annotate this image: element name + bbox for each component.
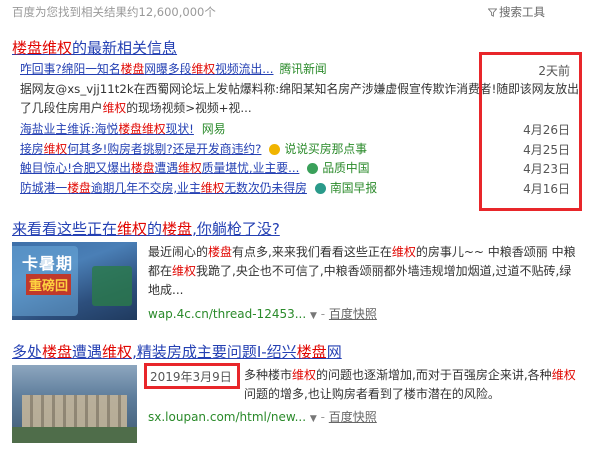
result-url[interactable]: sx.loupan.com/html/new... — [148, 410, 306, 424]
news-date: 4月23日 — [523, 162, 570, 176]
source-logo-icon — [314, 182, 326, 194]
news-date: 4月16日 — [523, 181, 570, 196]
news-block-title[interactable]: 楼盘维权的最新相关信息 — [12, 37, 177, 58]
news-item-source: 品质中国 — [322, 161, 370, 175]
snapshot-link[interactable]: 百度快照 — [329, 410, 377, 424]
result-snippet: 最近闹心的楼盘有点多,来来我们看看这些正在维权的房事儿~~ 中粮香颂丽 中粮都在… — [148, 245, 576, 297]
result-thumbnail[interactable] — [12, 365, 137, 443]
source-logo-icon — [307, 163, 319, 174]
result-thumbnail[interactable]: 卡暑期 重磅回 — [12, 242, 137, 320]
news-item-source: 说说买房那点事 — [284, 141, 368, 156]
result-url-line: sx.loupan.com/html/new... ▼ - 百度快照 — [148, 410, 377, 424]
search-tools-button[interactable]: 搜索工具 — [488, 4, 545, 20]
result-url[interactable]: wap.4c.cn/thread-12453... — [148, 307, 306, 321]
result-date: 2019年3月9日 — [150, 370, 232, 384]
news-item-title[interactable]: 触目惊心!合肥又爆出楼盘遭遇维权质量堪忧,业主要... — [20, 159, 299, 178]
news-item-source: 网易 — [201, 122, 226, 136]
result-snippet: 多种楼市维权的问题也逐渐增加,而对于百强房企来讲,各种维权问题的增多,也让购房者… — [244, 368, 576, 401]
result-count: 百度为您找到相关结果约12,600,000个 — [12, 5, 216, 19]
thumb-text: 卡暑期 — [22, 254, 74, 273]
thumb-text: 重磅回 — [26, 274, 72, 295]
news-date: 4月25日 — [523, 142, 570, 157]
news-item-title[interactable]: 防城港一楼盘逾期几年不交房,业主维权无数次仍未得房 — [20, 179, 307, 198]
funnel-icon — [488, 8, 497, 17]
result-title[interactable]: 多处楼盘遭遇维权,精装房成主要问题I-绍兴楼盘网 — [12, 341, 342, 362]
source-logo-icon — [269, 143, 281, 155]
news-date: 4月26日 — [523, 123, 570, 137]
news-item-title[interactable]: 海盐业主维诉:海悦楼盘维权现状! — [20, 120, 194, 139]
result-url-line: wap.4c.cn/thread-12453... ▼ - 百度快照 — [148, 307, 377, 321]
news-item-title[interactable]: 咋回事?绵阳一知名楼盘网曝多段维权视频流出... — [20, 60, 274, 79]
dropdown-caret-icon[interactable]: ▼ — [310, 414, 317, 424]
news-item-source: 腾讯新闻 — [279, 62, 327, 76]
search-tools-label: 搜索工具 — [499, 5, 545, 19]
result-title[interactable]: 来看看这些正在维权的楼盘,你躺枪了没? — [12, 218, 280, 239]
news-date: 2天前 — [538, 64, 570, 78]
dropdown-caret-icon[interactable]: ▼ — [310, 311, 317, 321]
news-item-title[interactable]: 接房维权何其多!购房者挑剔?还是开发商违约? — [20, 140, 261, 159]
news-item-source: 南国早报 — [329, 180, 378, 195]
snapshot-link[interactable]: 百度快照 — [329, 307, 377, 321]
